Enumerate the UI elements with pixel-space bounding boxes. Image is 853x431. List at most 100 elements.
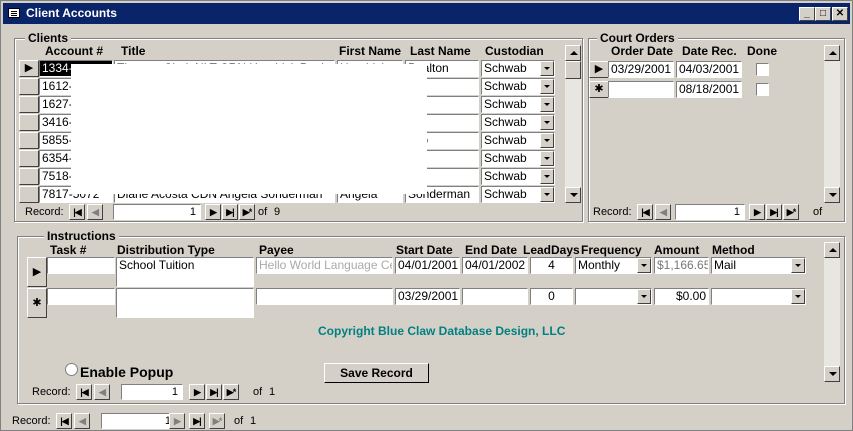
close-button[interactable]: ✕ — [832, 7, 848, 21]
custodian-select[interactable]: Schwab — [481, 132, 555, 149]
next-record-button[interactable]: ▶ — [749, 204, 765, 220]
clients-scrollbar[interactable] — [565, 45, 581, 203]
chevron-down-icon[interactable] — [540, 115, 554, 130]
new-record-button[interactable]: ▶* — [223, 384, 239, 400]
next-record-button[interactable]: ▶ — [169, 413, 185, 429]
custodian-select[interactable]: Schwab — [481, 186, 555, 203]
scroll-down-icon[interactable] — [565, 187, 581, 203]
method-select[interactable] — [711, 288, 806, 305]
record-label: Record: — [32, 386, 71, 398]
scroll-thumb[interactable] — [565, 61, 581, 79]
first-record-button[interactable]: |◀ — [56, 413, 72, 429]
done-checkbox[interactable] — [756, 83, 769, 96]
last-record-button[interactable]: ▶| — [189, 413, 205, 429]
end-date-cell[interactable]: 04/01/2002 — [462, 257, 528, 274]
save-record-button[interactable]: Save Record — [324, 363, 429, 383]
record-number-input[interactable]: 1 — [101, 413, 176, 429]
date-rec-cell[interactable]: 08/18/2001 — [676, 81, 742, 98]
amount-cell[interactable]: $0.00 — [654, 288, 709, 305]
record-number-input[interactable]: 1 — [675, 204, 745, 220]
next-record-button[interactable]: ▶ — [189, 384, 205, 400]
record-selector-icon[interactable]: ▶ — [19, 60, 39, 77]
method-select[interactable]: Mail — [711, 257, 806, 274]
prev-record-button[interactable]: ◀ — [655, 204, 671, 220]
task-cell[interactable] — [47, 257, 115, 274]
custodian-select[interactable]: Schwab — [481, 96, 555, 113]
chevron-down-icon[interactable] — [540, 169, 554, 184]
chevron-down-icon[interactable] — [540, 133, 554, 148]
custodian-select[interactable]: Schwab — [481, 150, 555, 167]
radio-icon[interactable] — [65, 363, 78, 376]
frequency-select[interactable] — [575, 288, 652, 305]
distribution-type-cell[interactable]: School Tuition — [116, 257, 254, 287]
last-record-button[interactable]: ▶| — [206, 384, 222, 400]
custodian-select[interactable]: Schwab — [481, 114, 555, 131]
last-record-button[interactable]: ▶| — [222, 204, 238, 220]
record-selector-icon[interactable]: ▶ — [589, 61, 609, 78]
payee-cell[interactable] — [256, 288, 393, 305]
start-date-cell[interactable]: 03/29/2001 — [395, 288, 460, 305]
new-record-icon[interactable]: ✱ — [589, 81, 609, 98]
first-record-button[interactable]: |◀ — [69, 204, 85, 220]
prev-record-button[interactable]: ◀ — [74, 413, 90, 429]
custodian-select[interactable]: Schwab — [481, 60, 555, 77]
chevron-down-icon[interactable] — [540, 79, 554, 94]
custodian-select[interactable]: Schwab — [481, 168, 555, 185]
system-menu-icon[interactable] — [8, 8, 20, 18]
done-checkbox[interactable] — [756, 63, 769, 76]
scroll-down-icon[interactable] — [824, 366, 840, 382]
order-date-cell[interactable]: 03/29/2001 — [608, 61, 674, 78]
distribution-type-cell[interactable] — [116, 288, 254, 318]
record-selector-icon[interactable]: ▶ — [27, 257, 47, 287]
record-selector[interactable] — [19, 114, 39, 131]
lead-days-cell[interactable]: 4 — [530, 257, 573, 274]
minimize-button[interactable]: _ — [799, 7, 815, 21]
order-date-cell[interactable] — [608, 81, 674, 98]
record-label: Record: — [593, 206, 632, 218]
new-record-button[interactable]: ▶* — [209, 413, 225, 429]
amount-cell[interactable]: $1,166.65 — [654, 257, 709, 274]
record-selector[interactable] — [19, 78, 39, 95]
new-record-icon[interactable]: ✱ — [27, 288, 47, 318]
court-orders-scrollbar[interactable] — [824, 45, 840, 203]
scroll-down-icon[interactable] — [824, 187, 840, 203]
chevron-down-icon[interactable] — [791, 289, 805, 304]
chevron-down-icon[interactable] — [637, 289, 651, 304]
instructions-scrollbar[interactable] — [824, 242, 840, 382]
maximize-button[interactable]: □ — [815, 7, 831, 21]
first-record-button[interactable]: |◀ — [637, 204, 653, 220]
task-cell[interactable] — [47, 288, 115, 305]
chevron-down-icon[interactable] — [540, 151, 554, 166]
scroll-up-icon[interactable] — [824, 242, 840, 258]
title-bar[interactable]: Client Accounts _ □ ✕ — [3, 3, 850, 24]
record-selector[interactable] — [19, 168, 39, 185]
record-number-input[interactable]: 1 — [113, 204, 201, 220]
start-date-cell[interactable]: 04/01/2001 — [395, 257, 460, 274]
lead-days-cell[interactable]: 0 — [530, 288, 573, 305]
scroll-up-icon[interactable] — [824, 45, 840, 61]
record-selector[interactable] — [19, 186, 39, 203]
enable-popup-option[interactable]: Enable Popup — [65, 363, 173, 380]
chevron-down-icon[interactable] — [540, 97, 554, 112]
chevron-down-icon[interactable] — [540, 187, 554, 202]
chevron-down-icon[interactable] — [637, 258, 651, 273]
date-rec-cell[interactable]: 04/03/2001 — [676, 61, 742, 78]
last-record-button[interactable]: ▶| — [766, 204, 782, 220]
record-number-input[interactable]: 1 — [121, 384, 183, 400]
chevron-down-icon[interactable] — [791, 258, 805, 273]
prev-record-button[interactable]: ◀ — [94, 384, 110, 400]
new-record-button[interactable]: ▶* — [783, 204, 799, 220]
payee-cell[interactable]: Hello World Language Center — [256, 257, 393, 274]
record-selector[interactable] — [19, 96, 39, 113]
record-selector[interactable] — [19, 132, 39, 149]
first-record-button[interactable]: |◀ — [76, 384, 92, 400]
chevron-down-icon[interactable] — [540, 61, 554, 76]
scroll-up-icon[interactable] — [565, 45, 581, 61]
record-selector[interactable] — [19, 150, 39, 167]
custodian-select[interactable]: Schwab — [481, 78, 555, 95]
prev-record-button[interactable]: ◀ — [87, 204, 103, 220]
next-record-button[interactable]: ▶ — [205, 204, 221, 220]
end-date-cell[interactable] — [462, 288, 528, 305]
frequency-select[interactable]: Monthly — [575, 257, 652, 274]
new-record-button[interactable]: ▶* — [239, 204, 255, 220]
